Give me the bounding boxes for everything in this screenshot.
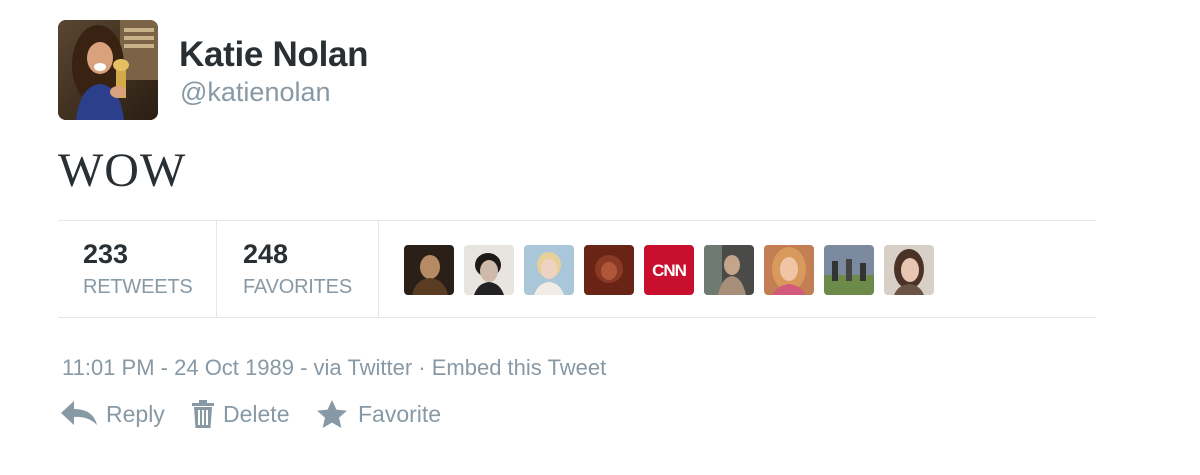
- embed-tweet-link[interactable]: Embed this Tweet: [432, 355, 606, 380]
- author-avatar[interactable]: [58, 20, 158, 120]
- tweet-source[interactable]: via Twitter: [314, 355, 413, 380]
- delete-label: Delete: [223, 401, 290, 427]
- tweet-time[interactable]: 11:01 PM: [62, 355, 155, 380]
- tweet-metadata: 11:01 PM - 24 Oct 1989 - via Twitter · E…: [62, 355, 606, 381]
- favoriter-avatar[interactable]: [824, 245, 874, 295]
- tweet-stats: 233 RETWEETS 248 FAVORITES CNN: [58, 220, 1096, 318]
- favoriter-avatar[interactable]: [524, 245, 574, 295]
- avatar-photo: [58, 20, 158, 120]
- author-screen-name[interactable]: @katienolan: [180, 77, 331, 108]
- reply-icon: [61, 401, 97, 425]
- favoriter-avatar[interactable]: [884, 245, 934, 295]
- favoriter-avatar[interactable]: [764, 245, 814, 295]
- favoriter-avatar[interactable]: [584, 245, 634, 295]
- reply-label: Reply: [106, 401, 165, 427]
- retweets-count: 233: [83, 239, 129, 269]
- meta-separator: -: [293, 355, 314, 380]
- author-display-name[interactable]: Katie Nolan: [179, 35, 369, 75]
- favorites-stat[interactable]: 248 FAVORITES: [216, 221, 379, 317]
- tweet-card: Katie Nolan @katienolan WOW 233 RETWEETS…: [0, 0, 1200, 475]
- tweet-text: WOW: [58, 144, 187, 197]
- favoriter-avatar-cnn[interactable]: CNN: [644, 245, 694, 295]
- favoriter-avatar[interactable]: [404, 245, 454, 295]
- tweet-date[interactable]: 24 Oct 1989: [174, 355, 294, 380]
- favorites-count: 248: [243, 239, 289, 269]
- retweets-label: RETWEETS: [83, 276, 193, 298]
- favorite-label: Favorite: [358, 401, 442, 427]
- cnn-logo: CNN: [652, 261, 687, 280]
- trash-icon: [192, 400, 214, 428]
- favoriter-avatar[interactable]: [464, 245, 514, 295]
- favoriter-avatar[interactable]: [704, 245, 754, 295]
- star-icon: [317, 400, 347, 428]
- meta-separator: -: [154, 355, 175, 380]
- meta-separator: ·: [412, 355, 432, 380]
- retweets-stat[interactable]: 233 RETWEETS: [58, 221, 217, 317]
- favorites-label: FAVORITES: [243, 276, 352, 298]
